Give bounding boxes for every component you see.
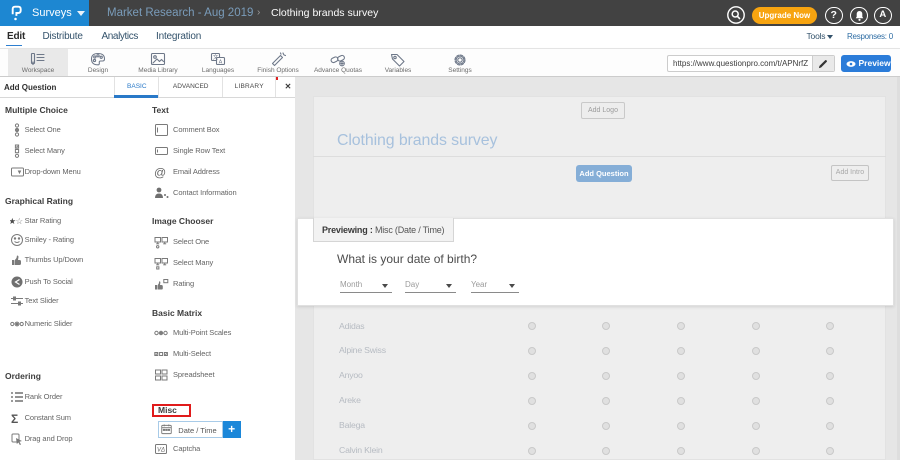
svg-text:@: @ (154, 165, 166, 179)
svg-text:A: A (219, 59, 223, 65)
svg-text:☆: ☆ (16, 216, 24, 226)
svg-text:Σ: Σ (11, 412, 18, 425)
svg-text:VΔ: VΔ (157, 447, 165, 453)
